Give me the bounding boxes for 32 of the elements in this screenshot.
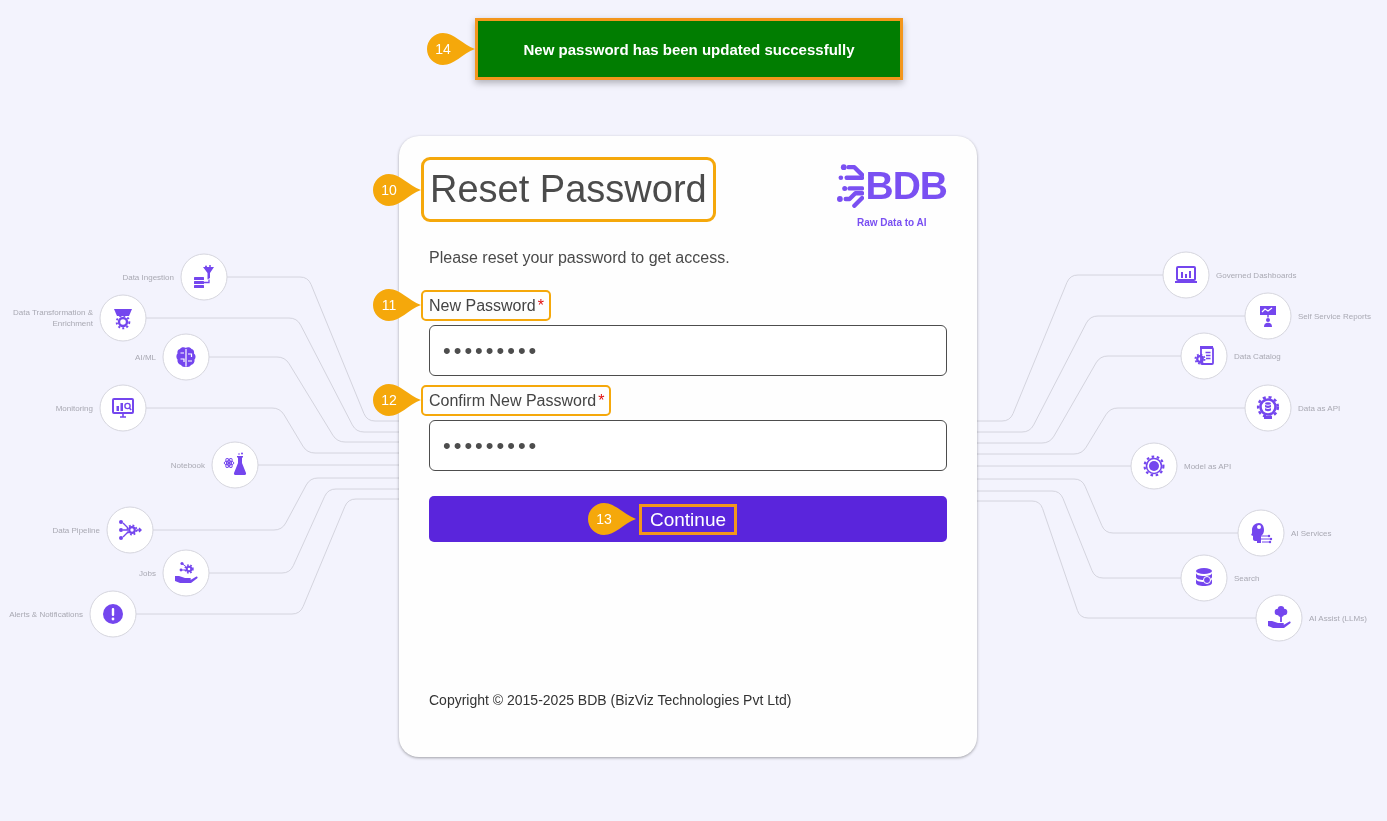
instruction-text: Please reset your password to get access. (429, 248, 731, 268)
node-label: Monitoring (55, 402, 93, 414)
copyright-text: Copyright © 2015-2025 BDB (BizViz Technologies Pvt Ltd) (429, 691, 793, 709)
node-label: Jobs (139, 567, 156, 579)
node-label: Data Pipeline (52, 524, 100, 536)
logo-wordmark: BDB (865, 163, 947, 208)
callout-marker: 13 (588, 503, 636, 535)
node-label: Alerts & Notifications (9, 608, 83, 620)
node-label: Search (1234, 572, 1260, 584)
node-label: Data Ingestion (122, 271, 174, 283)
node-label: Self Service Reports (1298, 310, 1371, 322)
node-label: AI Services (1291, 527, 1332, 539)
node-label: Data Transformation & Enrichment (11, 307, 93, 329)
node-label: Notebook (170, 459, 205, 471)
success-toast: New password has been updated successfully (475, 18, 903, 80)
field-label: New Password* (429, 295, 544, 316)
node-label: Data as API (1298, 402, 1341, 414)
node-label: Model as API (1184, 460, 1232, 472)
node-label: AI/ML (135, 351, 156, 363)
node-label: Governed Dashboards (1216, 269, 1297, 281)
node-label: AI Assist (LLMs) (1309, 612, 1367, 624)
logo-tagline: Raw Data to AI (856, 217, 927, 228)
callout-marker: 12 (373, 384, 421, 416)
node-label: Data Catalog (1234, 350, 1281, 362)
password-field[interactable]: ••••••••• (429, 420, 947, 471)
password-field[interactable]: ••••••••• (429, 325, 947, 376)
field-label: Confirm New Password* (429, 390, 605, 411)
callout-marker: 11 (373, 289, 421, 321)
page-title: Reset Password (430, 167, 707, 212)
callout-marker: 14 (427, 33, 475, 65)
callout-marker: 10 (373, 173, 421, 206)
circuit-lines-icon (836, 163, 864, 208)
